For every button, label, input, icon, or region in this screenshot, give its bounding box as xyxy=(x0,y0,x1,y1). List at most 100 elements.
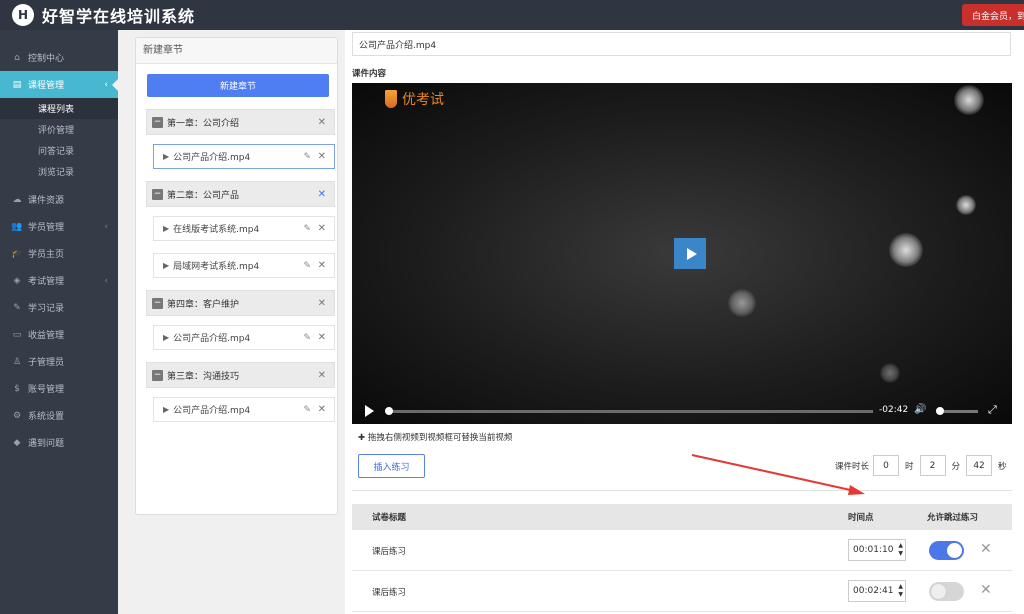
lesson-title: 公司产品介绍.mp4 xyxy=(173,334,251,344)
time-point-value: 00:01:10 xyxy=(853,545,894,555)
sidebar-item-help[interactable]: ◆ 遇到问题 xyxy=(0,429,118,456)
chapter-list: − 第一章：公司介绍 ✕ ▶ 公司产品介绍.mp4 ✎ ✕ − 第二章：公司产品… xyxy=(146,109,335,434)
tag-icon: ◈ xyxy=(13,275,21,286)
volume-icon[interactable]: 🔊 xyxy=(914,404,926,415)
time-point-input[interactable]: 00:01:10 ▲ ▼ xyxy=(848,539,906,561)
chapter-item[interactable]: − 第二章：公司产品 ✕ xyxy=(146,181,335,207)
graduation-icon: 🎓 xyxy=(11,248,23,259)
play-icon: ▶ xyxy=(163,333,170,342)
delete-icon[interactable]: ✕ xyxy=(318,370,326,381)
sidebar-item-label: 收益管理 xyxy=(28,331,65,341)
chapter-item[interactable]: − 第一章：公司介绍 ✕ xyxy=(146,109,335,135)
play-icon: ▶ xyxy=(163,152,170,161)
sidebar-item-students[interactable]: 👥 学员管理 ‹ xyxy=(0,213,118,240)
edit-icon[interactable]: ✎ xyxy=(303,224,311,234)
sidebar-item-revenue[interactable]: ▭ 收益管理 xyxy=(0,321,118,348)
gear-icon: ⚙ xyxy=(12,410,22,421)
lesson-item[interactable]: ▶ 公司产品介绍.mp4 ✎ ✕ xyxy=(153,144,335,169)
play-icon[interactable] xyxy=(365,405,374,417)
table-header: 试卷标题 时间点 允许跳过练习 xyxy=(352,504,1012,530)
vip-badge[interactable]: 白金会员，到 xyxy=(962,4,1024,26)
annotation-arrow xyxy=(691,454,865,495)
chapter-title: 第二章：公司产品 xyxy=(167,190,240,201)
chapter-item[interactable]: − 第四章：客户维护 ✕ xyxy=(146,290,335,316)
sidebar-item-label: 课件资源 xyxy=(28,196,65,206)
header-time: 时间点 xyxy=(848,513,874,523)
remove-icon[interactable]: ✕ xyxy=(980,582,992,598)
sidebar-subitem-qa[interactable]: 问答记录 xyxy=(0,140,118,161)
video-player[interactable]: 优考试 -02:42 🔊 ⤢ xyxy=(352,83,1012,424)
minutes-input[interactable]: 2 xyxy=(919,455,946,476)
table-row: 课后练习 00:02:41 ▲ ▼ ✕ xyxy=(352,571,1012,612)
lesson-item[interactable]: ▶ 局域网考试系统.mp4 ✎ ✕ xyxy=(153,253,335,278)
edit-icon[interactable]: ✎ xyxy=(303,333,311,343)
collapse-icon[interactable]: − xyxy=(152,369,163,381)
sidebar-item-student-home[interactable]: 🎓 学员主页 xyxy=(0,240,118,267)
chevron-left-icon: ‹ xyxy=(104,275,108,286)
chevron-left-icon: ‹ xyxy=(104,79,108,90)
fullscreen-icon[interactable]: ⤢ xyxy=(988,403,997,417)
allow-skip-toggle[interactable] xyxy=(929,541,964,560)
delete-icon[interactable]: ✕ xyxy=(318,117,326,128)
edit-icon[interactable]: ✎ xyxy=(303,152,311,162)
sidebar-item-exams[interactable]: ◈ 考试管理 ‹ xyxy=(0,267,118,294)
progress-bar[interactable] xyxy=(385,407,873,415)
volume-slider[interactable] xyxy=(936,407,978,415)
delete-icon[interactable]: ✕ xyxy=(318,151,326,162)
collapse-icon[interactable]: − xyxy=(152,188,163,200)
sidebar-item-resources[interactable]: ☁ 课件资源 xyxy=(0,186,118,213)
sidebar-item-settings[interactable]: ⚙ 系统设置 xyxy=(0,402,118,429)
edit-icon[interactable]: ✎ xyxy=(303,261,311,271)
delete-icon[interactable]: ✕ xyxy=(318,189,326,200)
brand-name: 优考试 xyxy=(402,92,444,108)
delete-icon[interactable]: ✕ xyxy=(318,260,326,271)
sidebar-item-label: 系统设置 xyxy=(28,412,65,422)
sidebar-item-course-management[interactable]: ▤ 课程管理 ‹ xyxy=(0,71,118,98)
sidebar-item-sub-admin[interactable]: ♙ 子管理员 xyxy=(0,348,118,375)
chapter-item[interactable]: − 第三章：沟通技巧 ✕ xyxy=(146,362,335,388)
chapter-title: 第一章：公司介绍 xyxy=(167,118,240,129)
play-icon xyxy=(686,247,697,260)
allow-skip-toggle[interactable] xyxy=(929,582,964,601)
insert-exercise-button[interactable]: 插入练习 xyxy=(358,454,425,478)
collapse-icon[interactable]: − xyxy=(152,116,163,128)
diamond-icon: ◆ xyxy=(13,437,21,448)
play-icon: ▶ xyxy=(163,405,170,414)
play-icon: ▶ xyxy=(163,224,170,233)
sidebar-item-learning-records[interactable]: ✎ 学习记录 xyxy=(0,294,118,321)
sidebar-item-label: 学员管理 xyxy=(28,223,65,233)
sidebar-subitem-course-list[interactable]: 课程列表 xyxy=(0,98,118,119)
remove-icon[interactable]: ✕ xyxy=(980,541,992,557)
seconds-unit: 秒 xyxy=(998,461,1007,472)
big-play-button[interactable] xyxy=(674,238,706,269)
spinner-icon[interactable]: ▲ ▼ xyxy=(898,542,903,558)
edit-icon[interactable]: ✎ xyxy=(303,405,311,415)
collapse-icon[interactable]: − xyxy=(152,297,163,309)
sidebar-item-dashboard[interactable]: ⌂ 控制中心 xyxy=(0,44,118,71)
lesson-item[interactable]: ▶ 公司产品介绍.mp4 ✎ ✕ xyxy=(153,325,335,350)
lesson-item[interactable]: ▶ 在线版考试系统.mp4 ✎ ✕ xyxy=(153,216,335,241)
delete-icon[interactable]: ✕ xyxy=(318,298,326,309)
spinner-icon[interactable]: ▲ ▼ xyxy=(898,583,903,599)
sidebar-subitem-reviews[interactable]: 评价管理 xyxy=(0,119,118,140)
sidebar-item-account[interactable]: $ 账号管理 xyxy=(0,375,118,402)
new-chapter-button[interactable]: 新建章节 xyxy=(147,74,329,97)
lesson-item[interactable]: ▶ 公司产品介绍.mp4 ✎ ✕ xyxy=(153,397,335,422)
progress-handle[interactable] xyxy=(385,407,393,415)
toggle-knob xyxy=(947,543,962,558)
sidebar-item-label: 课程管理 xyxy=(28,81,65,91)
sidebar-item-label: 子管理员 xyxy=(28,358,65,368)
volume-handle[interactable] xyxy=(936,407,944,415)
pencil-icon: ✎ xyxy=(13,302,21,313)
filename-input[interactable]: 公司产品介绍.mp4 xyxy=(352,32,1011,56)
exercise-title: 课后练习 xyxy=(372,547,407,557)
seconds-input[interactable]: 42 xyxy=(966,455,993,476)
delete-icon[interactable]: ✕ xyxy=(318,223,326,234)
time-point-input[interactable]: 00:02:41 ▲ ▼ xyxy=(848,580,906,602)
delete-icon[interactable]: ✕ xyxy=(318,332,326,343)
sidebar-subitem-browse[interactable]: 浏览记录 xyxy=(0,161,118,182)
sidebar-item-label: 遇到问题 xyxy=(28,439,65,449)
delete-icon[interactable]: ✕ xyxy=(318,404,326,415)
chevron-left-icon: ‹ xyxy=(104,221,108,232)
sidebar-item-label: 学习记录 xyxy=(28,304,65,314)
